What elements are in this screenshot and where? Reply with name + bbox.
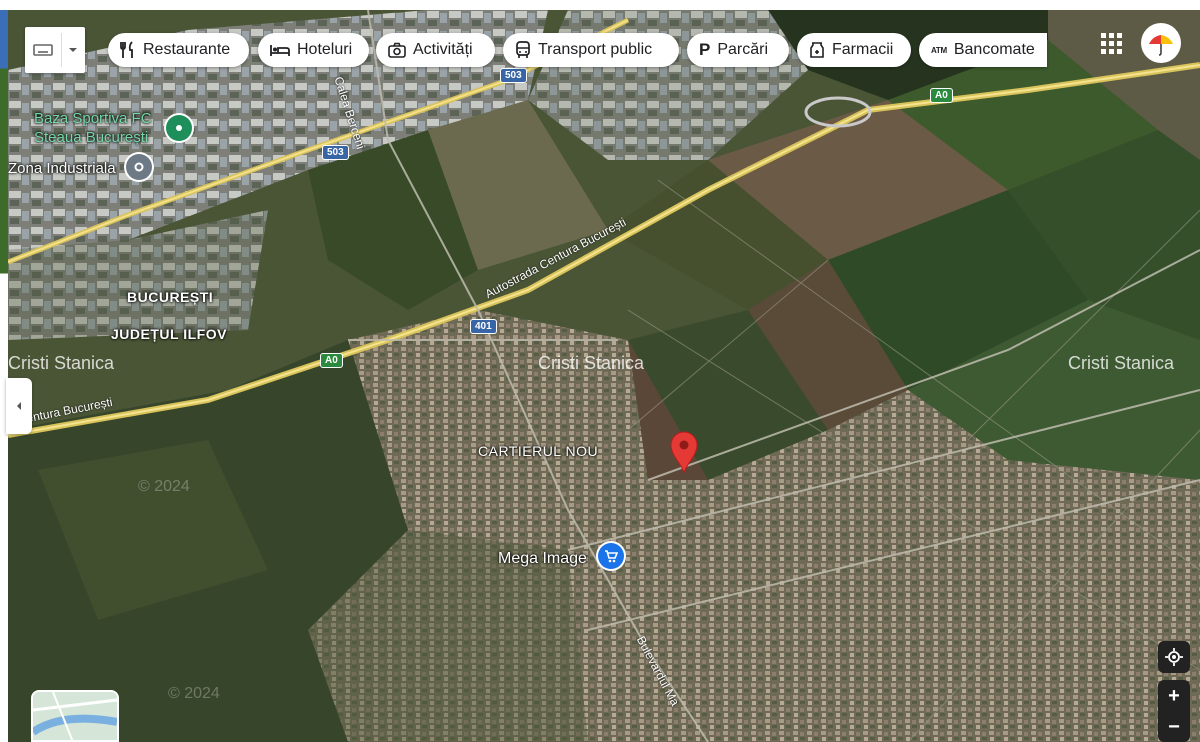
industrial-poi-icon[interactable]	[126, 154, 152, 180]
parking-icon: P	[699, 40, 711, 59]
atm-icon: ATM	[931, 45, 947, 55]
bus-icon	[515, 41, 531, 59]
sports-poi-icon[interactable]	[166, 115, 192, 141]
watermark-center: Cristi Stanica	[538, 353, 645, 373]
road-shield-401: 401	[470, 319, 497, 334]
place-label-zona-industriala: Zona Industriala	[8, 160, 116, 177]
chip-parcari[interactable]: P Parcări	[687, 33, 789, 67]
place-label-baza-line2: Steaua București	[34, 129, 149, 146]
chip-label-transport-public: Transport public	[538, 41, 653, 58]
collapse-panel-button[interactable]	[6, 378, 32, 434]
left-edge-strip	[0, 10, 8, 742]
chip-label-restaurante: Restaurante	[143, 41, 231, 58]
zoom-out-button[interactable]: −	[1158, 712, 1190, 742]
chip-transport-public[interactable]: Transport public	[503, 33, 679, 67]
road-shield-503-a: 503	[500, 68, 527, 83]
chip-restaurante[interactable]: Restaurante	[108, 33, 249, 67]
crosshair-icon	[1165, 648, 1183, 666]
watermark-right: Cristi Stanica	[1068, 353, 1175, 373]
layer-switcher-button[interactable]	[25, 27, 85, 73]
place-label-judetul-ilfov: JUDEȚUL ILFOV	[111, 326, 227, 342]
pharmacy-icon	[809, 41, 825, 59]
chip-label-bancomate: Bancomate	[953, 41, 1035, 58]
chevron-left-icon	[17, 402, 21, 410]
chip-label-activitati: Activități	[413, 41, 473, 58]
place-label-baza-line1: Baza Sportiva FC	[34, 110, 152, 127]
chip-label-farmacii: Farmacii	[832, 41, 894, 58]
map-thumbnail-icon	[33, 692, 117, 740]
chip-label-hoteluri: Hoteluri	[297, 41, 353, 58]
chip-activitati[interactable]: Activități	[376, 33, 495, 67]
chip-farmacii[interactable]: Farmacii	[797, 33, 911, 67]
camera-icon	[388, 42, 406, 58]
location-pin-icon[interactable]	[669, 430, 699, 474]
keyboard-icon	[33, 44, 53, 56]
my-location-button[interactable]	[1158, 641, 1190, 673]
faint-copyright-2: © 2024	[168, 685, 220, 702]
road-shield-a0-a: A0	[320, 353, 343, 368]
chip-bancomate[interactable]: ATM Bancomate	[919, 33, 1047, 67]
place-label-cartierul-nou: CARTIERUL NOU	[478, 443, 599, 459]
account-avatar[interactable]	[1143, 25, 1179, 61]
fork-knife-icon	[120, 41, 136, 59]
watermark-left: Cristi Stanica	[8, 353, 115, 373]
chip-hoteluri[interactable]: Hoteluri	[258, 33, 369, 67]
road-shield-a0-b: A0	[930, 88, 953, 103]
google-apps-icon[interactable]	[1098, 30, 1124, 56]
layers-preview-thumbnail[interactable]	[31, 690, 119, 742]
faint-copyright-1: © 2024	[138, 478, 190, 495]
road-shield-503-b: 503	[322, 145, 349, 160]
umbrella-avatar-icon	[1143, 25, 1179, 61]
place-label-mega-image: Mega Image	[498, 550, 587, 567]
zoom-in-button[interactable]: +	[1158, 680, 1190, 712]
chevron-down-icon	[69, 48, 77, 52]
place-label-bucuresti: BUCUREȘTI	[127, 289, 214, 305]
chip-label-parcari: Parcări	[717, 41, 769, 58]
shopping-cart-icon[interactable]	[598, 543, 624, 569]
bed-icon	[270, 43, 290, 57]
satellite-map[interactable]: Cristi Stanica Cristi Stanica Cristi Sta…	[8, 10, 1200, 742]
